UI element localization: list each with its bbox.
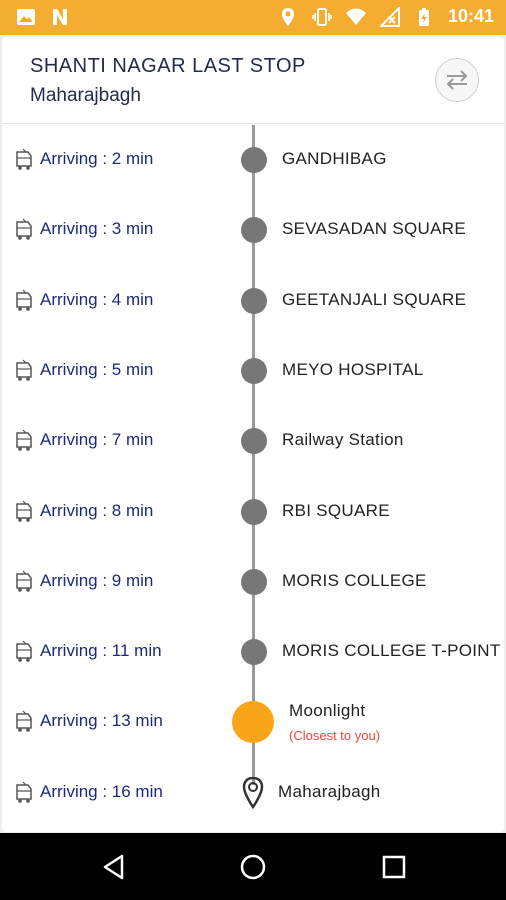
notification-n-icon: [53, 9, 67, 25]
status-time: 10:41: [447, 6, 494, 26]
bus-icon: [14, 781, 34, 805]
route-header: SHANTI NAGAR LAST STOP Maharajbagh: [2, 37, 504, 124]
bus-icon: [14, 148, 34, 172]
route-title: SHANTI NAGAR LAST STOP: [30, 55, 306, 77]
stop-name: MEYO HOSPITAL: [282, 359, 424, 379]
arrival-time: Arriving : 2 min: [40, 149, 154, 168]
destination-pin-icon: [242, 776, 264, 809]
arrival-time: Arriving : 11 min: [40, 641, 162, 661]
stop-marker: [241, 287, 267, 314]
stop-name: Maharajbagh: [278, 781, 381, 801]
image-icon: [17, 9, 35, 25]
stop-marker: [241, 357, 267, 384]
arrival-time: Arriving : 4 min: [40, 289, 154, 309]
stop-marker: [241, 639, 267, 666]
stop-name: GEETANJALI SQUARE: [282, 289, 467, 309]
bus-icon: [14, 640, 34, 664]
arrival-time: Arriving : 13 min: [40, 711, 163, 731]
stop-name: Moonlight: [289, 701, 366, 721]
wifi-icon: [345, 8, 366, 25]
arrival-time: Arriving : 5 min: [40, 359, 154, 379]
stop-name: MORIS COLLEGE T-POINT: [282, 641, 501, 661]
bus-icon: [14, 429, 34, 453]
arrival-time: Arriving : 9 min: [40, 570, 154, 590]
bus-icon: [14, 710, 34, 734]
home-icon: [240, 854, 266, 880]
bus-icon: [14, 289, 34, 313]
swap-icon: [446, 70, 468, 90]
route-card: SHANTI NAGAR LAST STOP Maharajbagh Arriv…: [2, 37, 504, 832]
nav-recents-button[interactable]: [376, 849, 412, 885]
nav-back-button[interactable]: [96, 849, 132, 885]
system-nav-bar: [0, 833, 506, 900]
stop-marker: [241, 428, 267, 455]
closest-stop-marker: [232, 701, 274, 744]
arrival-time: Arriving : 3 min: [40, 219, 154, 239]
bus-icon: [14, 359, 34, 383]
battery-charging-icon: [418, 7, 429, 26]
stop-name: GANDHIBAG: [282, 149, 387, 168]
vibrate-icon: [312, 7, 332, 26]
stop-name: MORIS COLLEGE: [282, 570, 427, 590]
stop-marker: [241, 217, 267, 244]
recents-icon: [382, 855, 406, 879]
nav-home-button[interactable]: [235, 849, 271, 885]
no-signal-icon: [379, 6, 400, 27]
closest-stop-note: (Closest to you): [289, 728, 381, 744]
swap-direction-button[interactable]: [435, 58, 479, 102]
route-destination: Maharajbagh: [30, 85, 141, 106]
status-bar: 10:41: [0, 0, 506, 35]
bus-icon: [14, 218, 34, 242]
stop-marker: [241, 568, 267, 595]
bus-icon: [14, 500, 34, 524]
stop-name: RBI SQUARE: [282, 500, 390, 520]
bus-icon: [14, 570, 34, 594]
back-icon: [103, 854, 124, 880]
stop-marker: [241, 147, 267, 173]
location-icon: [281, 7, 294, 26]
stop-name: SEVASADAN SQUARE: [282, 219, 466, 239]
stop-marker: [241, 498, 267, 525]
arrival-time: Arriving : 8 min: [40, 500, 154, 520]
stop-name: Railway Station: [282, 430, 404, 450]
arrival-time: Arriving : 7 min: [40, 430, 154, 450]
arrival-time: Arriving : 16 min: [40, 781, 163, 801]
